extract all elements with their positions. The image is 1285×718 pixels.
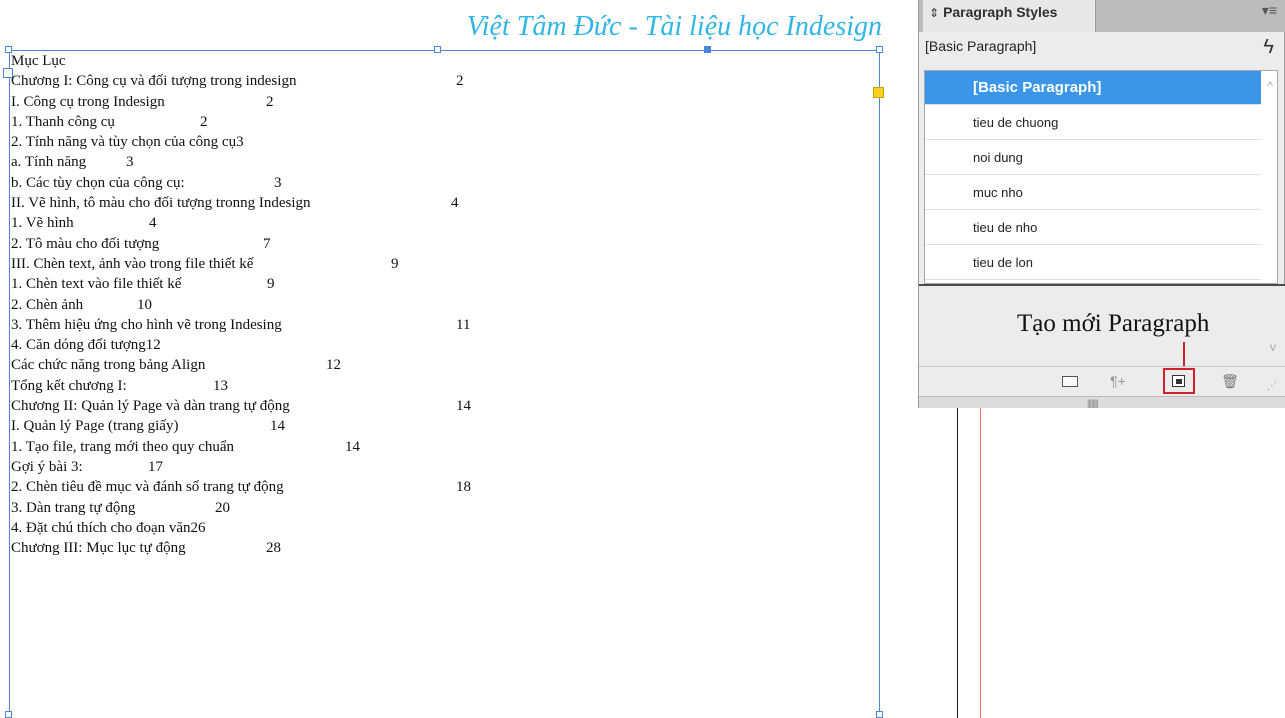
tab-paragraph-styles[interactable]: ⇕ Paragraph Styles <box>923 0 1096 32</box>
toc-entry-page: 9 <box>391 255 399 272</box>
annotation-label: Tạo mới Paragraph <box>1017 310 1210 337</box>
lightning-icon[interactable]: ϟ <box>1263 36 1274 59</box>
folder-icon[interactable] <box>1062 373 1080 389</box>
toc-entry-page: 17 <box>148 458 163 475</box>
toc-entry-page: 2 <box>456 73 464 90</box>
toc-entry-page: 3 <box>274 174 282 191</box>
frame-out-port[interactable] <box>873 87 884 98</box>
toc-entry-page: 11 <box>456 316 471 333</box>
toc-entry-text: 2. Chèn ảnh <box>11 296 84 313</box>
style-list-item[interactable]: muc nho <box>925 176 1261 210</box>
toc-entry-page: 13 <box>213 377 228 394</box>
paragraph-styles-panel: ⇕ Paragraph Styles ▾≡ [Basic Paragraph] ϟ… <box>918 0 1285 408</box>
toc-entry-text: Các chức năng trong bảng Align <box>11 357 206 374</box>
toc-entry-text: 3. Thêm hiệu ứng cho hình vẽ trong Indes… <box>11 316 282 333</box>
toc-entry-text: 1. Tạo file, trang mới theo quy chuẩn <box>11 438 235 455</box>
annotation-pointer <box>1183 342 1185 366</box>
page-guide-line <box>957 408 958 718</box>
toc-entry-text: 2. Chèn tiêu đề mục và đánh số trang tự … <box>11 479 284 496</box>
toc-entry-text: I. Công cụ trong Indesign <box>11 93 165 110</box>
document-title: Việt Tâm Đức - Tài liệu học Indesign <box>466 11 882 42</box>
grip-dots-icon: |||||||| <box>1087 398 1099 408</box>
new-style-icon <box>1172 375 1185 387</box>
frame-handle-top-center[interactable] <box>704 46 711 53</box>
clear-overrides-icon[interactable]: ¶+ <box>1105 373 1131 389</box>
toc-entry-text: 4. Đặt chú thích cho đoạn văn26 <box>11 519 206 536</box>
panel-menu-icon[interactable]: ▾≡ <box>1262 2 1277 19</box>
scroll-down-icon[interactable]: v <box>1270 340 1276 354</box>
toc-entry-text: Chương III: Mục lục tự động <box>11 540 186 557</box>
toc-entry-text: 3. Dàn trang tự động <box>11 499 136 516</box>
toc-entry-text: II. Vẽ hình, tô màu cho đối tượng tronng… <box>11 195 311 212</box>
margin-guide-line <box>980 408 981 718</box>
frame-handle-bottom-left[interactable] <box>5 711 12 718</box>
toc-entry-text: Tổng kết chương I: <box>11 377 127 394</box>
style-list-item[interactable]: tieu de nho <box>925 211 1261 245</box>
panel-tab-bar: ⇕ Paragraph Styles ▾≡ <box>919 0 1285 32</box>
toc-entry-text: 2. Tô màu cho đối tượng <box>11 235 160 252</box>
new-style-button[interactable] <box>1163 368 1195 394</box>
style-list-item[interactable]: [Basic Paragraph] <box>925 71 1261 105</box>
style-list-item[interactable]: tieu de lon <box>925 246 1261 280</box>
style-list[interactable]: ^ [Basic Paragraph] tieu de chuong noi dun… <box>924 70 1278 284</box>
frame-handle-bottom-right[interactable] <box>876 711 883 718</box>
frame-handle-top-right[interactable] <box>876 46 883 53</box>
style-list-item[interactable]: noi dung <box>925 141 1261 175</box>
toc-entry-page: 4 <box>451 195 459 212</box>
toc-entry-page: 10 <box>137 296 152 313</box>
style-list-item[interactable]: tieu de chuong <box>925 106 1261 140</box>
toc-entry-page: 9 <box>267 276 275 293</box>
toc-entry-page: 4 <box>149 215 157 232</box>
toc-entry-page: 14 <box>270 418 285 435</box>
toc-entry-text: Gợi ý bài 3: <box>11 458 83 475</box>
toc-entry-page: 7 <box>263 235 271 252</box>
toc-entry-page: 2 <box>200 113 208 130</box>
scroll-up-icon[interactable]: ^ <box>1267 79 1273 93</box>
resize-grip-icon[interactable]: ⋰ <box>1263 379 1281 395</box>
toc-entry-page: 2 <box>266 93 274 110</box>
toc-entry-page: 3 <box>126 154 134 171</box>
toc-entry-page: 12 <box>326 357 341 374</box>
toc-entry-text: 1. Vẽ hình <box>11 215 74 232</box>
panel-bottom-bar: ¶+ 🗑 ⋰ <box>919 366 1285 396</box>
tab-collapse-icon[interactable]: ⇕ <box>929 6 939 20</box>
toc-entry-page: 14 <box>345 438 360 455</box>
toc-entry-page: 18 <box>456 479 471 496</box>
toc-entry-page: 14 <box>456 398 471 415</box>
toc-entry-page: 20 <box>215 499 230 516</box>
toc-entry-text: a. Tính năng <box>11 154 87 171</box>
toc-entry-text: 2. Tính năng và tùy chọn của công cụ3 <box>11 134 244 151</box>
panel-resize-strip[interactable]: |||||||| <box>919 396 1285 408</box>
toc-entry-text: Chương I: Công cụ và đối tượng trong ind… <box>11 73 297 90</box>
toc-entry-text: Mục Lục <box>11 53 66 69</box>
toc-entry-page: 28 <box>266 540 281 557</box>
toc-entry-text: III. Chèn text, ảnh vào trong file thiết… <box>11 255 254 272</box>
toc-entry-text: b. Các tùy chọn của công cụ: <box>11 174 185 191</box>
toc-entry-text: 4. Căn dóng đối tượng12 <box>11 337 161 354</box>
current-style-label: [Basic Paragraph] <box>925 38 1037 54</box>
tab-label: Paragraph Styles <box>943 4 1058 20</box>
toc-entry-text: I. Quản lý Page (trang giấy) <box>11 418 179 435</box>
toc-entry-text: Chương II: Quản lý Page và dàn trang tự … <box>11 398 290 415</box>
toc-entry-text: 1. Chèn text vào file thiết kế <box>11 276 182 293</box>
toc-entry-text: 1. Thanh công cụ <box>11 113 115 130</box>
frame-handle-top-mid-left[interactable] <box>434 46 441 53</box>
trash-icon[interactable]: 🗑 <box>1221 373 1239 389</box>
